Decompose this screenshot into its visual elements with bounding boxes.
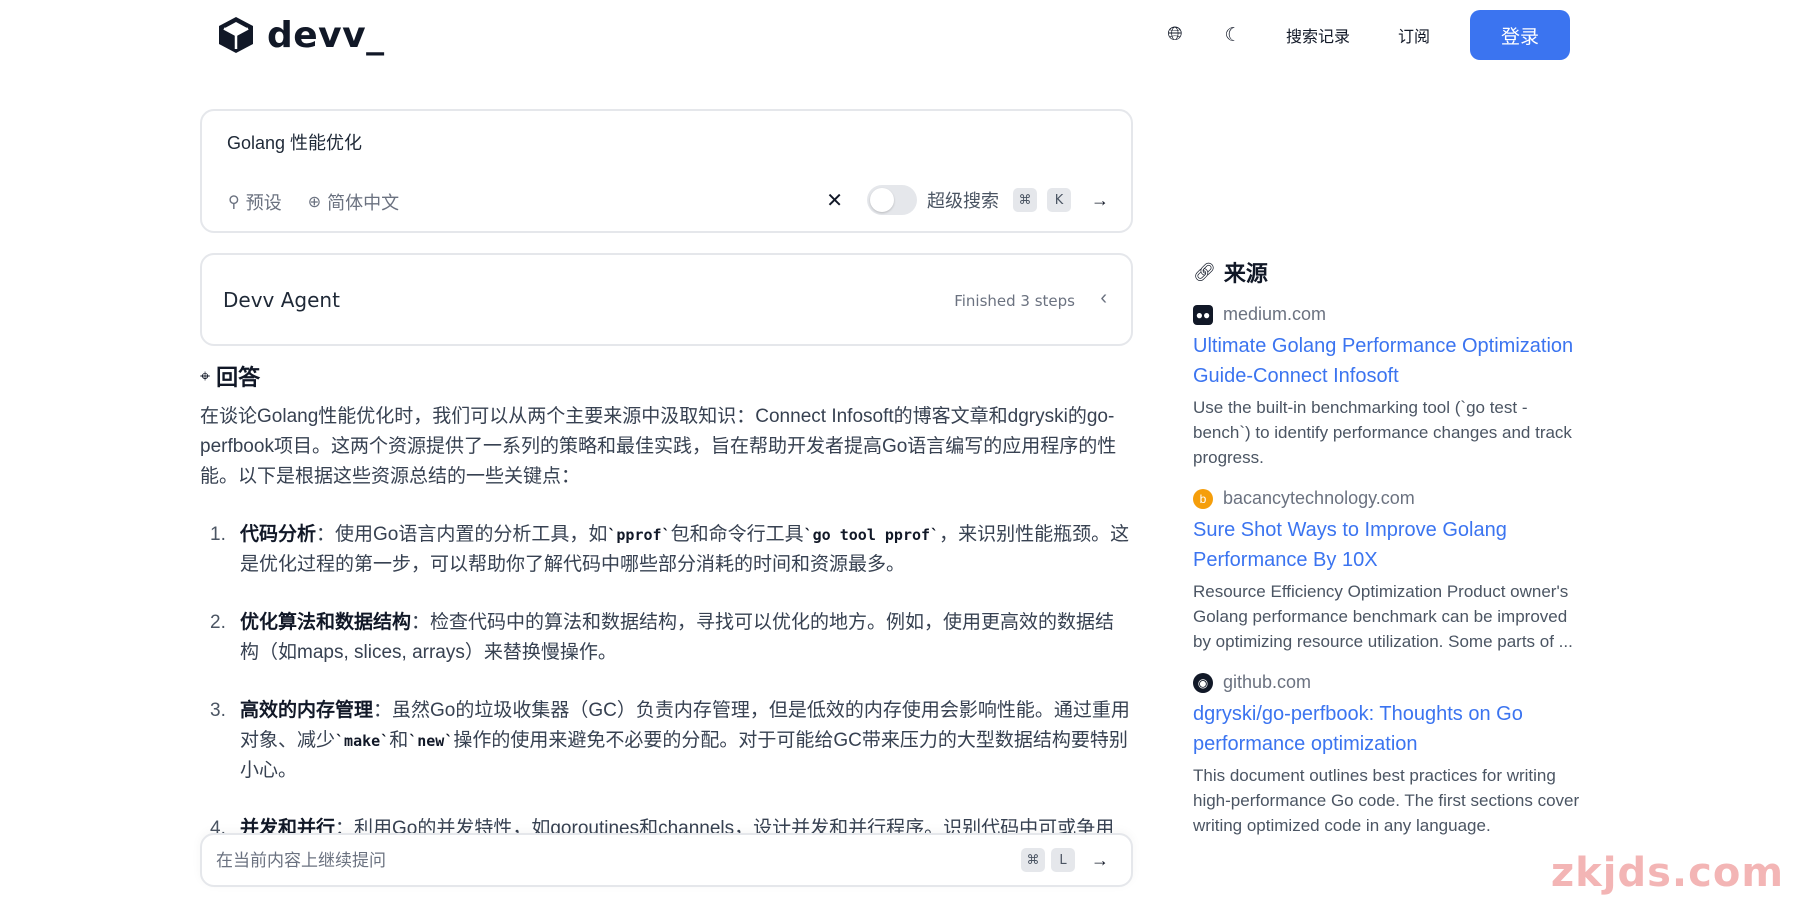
followup-submit-arrow-icon[interactable]: → [1091,850,1109,871]
sources-header: 🔗︎ 来源 [1193,256,1583,288]
followup-box: ⌘ L → [200,833,1133,887]
list-item: 3. 高效的内存管理：虽然Go的垃圾收集器（GC）负责内存管理，但是低效的内存使… [200,696,1130,786]
query-text[interactable]: Golang 性能优化 [227,129,362,155]
list-number: 3. [210,700,226,721]
query-box: Golang 性能优化 ⚲ 预设 ⊕ 简体中文 ✕ 超级搜索 ⌘ K → [200,109,1133,233]
kbd-l: L [1051,848,1075,872]
sources-title: 来源 [1223,261,1268,286]
header: devv_ 🌐︎ ☾ 搜索记录 订阅 登录 [0,0,1802,68]
answer-intro: 在谈论Golang性能优化时，我们可以从两个主要来源中汲取知识：Connect … [200,406,1117,487]
watermark: zkjds.com [1550,850,1784,896]
list-item-text: 和 [389,730,409,751]
followup-actions: ⌘ L → [1021,848,1109,872]
nav-subscribe-link[interactable]: 订阅 [1374,11,1454,59]
link-icon: 🔗︎ [1193,261,1216,282]
nav-history-link[interactable]: 搜索记录 [1262,11,1374,59]
source-title-link[interactable]: Ultimate Golang Performance Optimization… [1193,331,1583,391]
source-title-link[interactable]: dgryski/go-perfbook: Thoughts on Go perf… [1193,699,1583,759]
agent-title: Devv Agent [223,288,340,312]
source-domain-text: medium.com [1223,304,1327,324]
agent-status: Finished 3 steps [954,292,1075,310]
list-item: 2. 优化算法和数据结构：检查代码中的算法和数据结构，寻找可以优化的地方。例如，… [200,608,1130,668]
source-domain-text: github.com [1223,672,1312,692]
query-tools: ⚲ 预设 ⊕ 简体中文 [228,189,399,215]
source-snippet: This document outlines best practices fo… [1193,766,1580,835]
github-favicon-icon: ◉ [1193,672,1213,693]
source-domain: ●● medium.com [1193,304,1583,325]
list-item-title: 高效的内存管理 [240,700,374,721]
language-label: 简体中文 [327,193,400,213]
super-search-label: 超级搜索 [927,191,999,211]
globe-icon: 🌐︎ [1167,24,1183,45]
answer-title: 回答 [216,365,261,390]
target-icon: ⌖ [200,365,211,386]
super-search-toggle[interactable] [867,185,917,215]
kbd-cmd: ⌘ [1021,848,1045,872]
source-domain: ◉ github.com [1193,672,1583,693]
code-inline: `go tool pprof` [803,526,940,544]
toggle-knob [870,188,894,212]
list-item-title: 优化算法和数据结构 [240,612,412,633]
theme-toggle-button[interactable]: ☾ [1204,11,1262,59]
top-nav: 🌐︎ ☾ 搜索记录 订阅 登录 [1146,10,1570,60]
clear-query-icon[interactable]: ✕ [826,188,843,213]
source-title-link[interactable]: Sure Shot Ways to Improve Golang Perform… [1193,515,1583,575]
language-select[interactable]: ⊕ 简体中文 [308,189,399,215]
source-snippet: Resource Efficiency Optimization Product… [1193,582,1573,651]
sources-panel: 🔗︎ 来源 ●● medium.com Ultimate Golang Perf… [1193,256,1583,856]
kbd-cmd: ⌘ [1013,188,1037,212]
followup-input[interactable] [216,847,976,875]
language-globe-button[interactable]: 🌐︎ [1146,11,1204,59]
list-item-text: ：使用Go语言内置的分析工具，如 [316,524,608,545]
kbd-k: K [1047,188,1071,212]
source-item: ◉ github.com dgryski/go-perfbook: Though… [1193,672,1583,838]
code-inline: `new` [408,732,454,750]
chevron-left-icon[interactable]: ‹ [1100,287,1107,310]
list-item-text: 包和命令行工具 [670,524,804,545]
bacancy-favicon-icon: b [1193,488,1213,509]
query-actions: ✕ 超级搜索 ⌘ K → [826,185,1109,215]
list-number: 2. [210,612,226,633]
preset-button[interactable]: ⚲ 预设 [228,189,282,215]
code-inline: `pprof` [607,526,671,544]
sliders-icon: ⚲ [228,194,240,211]
source-domain: b bacancytechnology.com [1193,488,1583,509]
list-item-title: 代码分析 [240,524,317,545]
moon-icon: ☾ [1224,24,1242,46]
agent-panel[interactable]: Devv Agent Finished 3 steps ‹ [200,253,1133,346]
submit-arrow-icon[interactable]: → [1091,190,1109,211]
list-number: 1. [210,524,226,545]
code-inline: `make` [335,732,390,750]
source-item: b bacancytechnology.com Sure Shot Ways t… [1193,488,1583,654]
globe-icon: ⊕ [307,194,322,211]
source-item: ●● medium.com Ultimate Golang Performanc… [1193,304,1583,470]
source-domain-text: bacancytechnology.com [1223,488,1415,508]
login-button[interactable]: 登录 [1470,10,1570,60]
cube-logo-icon [219,17,253,53]
medium-favicon-icon: ●● [1193,304,1213,325]
logo[interactable]: devv_ [215,14,385,56]
source-snippet: Use the built-in benchmarking tool (`go … [1193,398,1572,467]
list-item: 1. 代码分析：使用Go语言内置的分析工具，如`pprof`包和命令行工具`go… [200,520,1130,580]
preset-label: 预设 [245,193,282,213]
logo-text: devv_ [267,14,385,56]
answer-header: ⌖ 回答 [200,360,260,392]
